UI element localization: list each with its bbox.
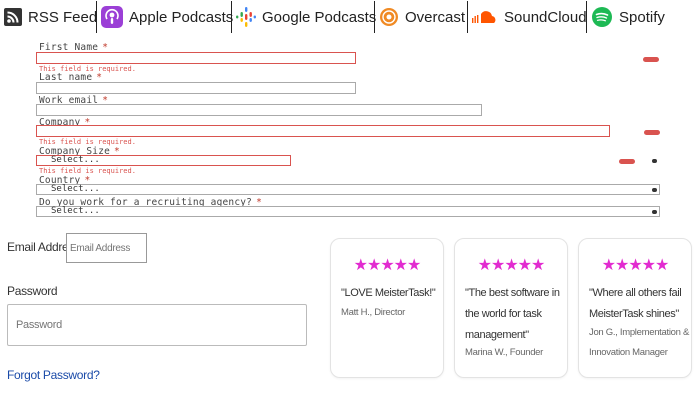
recruiting-agency-select[interactable]: Select... bbox=[36, 206, 660, 217]
testimonial-quote: "LOVE MeisterTask!" bbox=[341, 287, 436, 299]
error-indicator-icon bbox=[643, 57, 659, 62]
login-form: Email Address Password Forgot Password? bbox=[0, 228, 320, 400]
chevron-down-icon bbox=[652, 188, 657, 192]
rss-feed-link[interactable]: RSS Feed bbox=[0, 0, 98, 34]
overcast-icon bbox=[379, 6, 399, 28]
apple-podcasts-link[interactable]: Apple Podcasts bbox=[97, 0, 234, 34]
testimonial-author: Matt H., Director bbox=[341, 307, 406, 318]
password-input[interactable] bbox=[7, 304, 307, 346]
testimonial-quote: "The best software in the world for task… bbox=[465, 287, 560, 341]
chevron-down-icon bbox=[652, 159, 657, 163]
email-address-input[interactable] bbox=[66, 233, 147, 263]
overcast-link[interactable]: Overcast bbox=[375, 0, 467, 34]
chevron-down-icon bbox=[652, 210, 657, 214]
spotify-icon bbox=[591, 6, 613, 28]
soundcloud-label: SoundCloud bbox=[504, 8, 587, 26]
podcast-links-bar: RSS Feed Apple Podcasts Google Podcasts … bbox=[0, 0, 700, 34]
country-select[interactable]: Select... bbox=[36, 184, 660, 195]
company-error: This field is required. bbox=[39, 138, 136, 146]
testimonial-author: Jon G., Implementation & Innovation Mana… bbox=[589, 327, 689, 358]
error-indicator-icon bbox=[619, 159, 635, 164]
company-field[interactable] bbox=[36, 125, 610, 137]
testimonial-card: ★★★★★ "LOVE MeisterTask!" Matt H., Direc… bbox=[330, 238, 444, 378]
company-size-select[interactable]: Select... bbox=[36, 155, 291, 166]
apple-podcasts-label: Apple Podcasts bbox=[129, 8, 234, 26]
star-rating: ★★★★★ bbox=[477, 257, 546, 274]
soundcloud-link[interactable]: SoundCloud bbox=[468, 0, 587, 34]
testimonial-quote: "Where all others fail MeisterTask shine… bbox=[589, 287, 682, 320]
spotify-label: Spotify bbox=[619, 8, 665, 26]
rss-icon bbox=[4, 6, 22, 28]
soundcloud-icon bbox=[472, 6, 498, 28]
error-indicator-icon bbox=[644, 130, 660, 135]
star-rating: ★★★★★ bbox=[353, 257, 422, 274]
testimonial-author: Marina W., Founder bbox=[465, 347, 544, 358]
work-email-field[interactable] bbox=[36, 104, 482, 116]
spotify-link[interactable]: Spotify bbox=[587, 0, 687, 34]
forgot-password-link[interactable]: Forgot Password? bbox=[7, 368, 100, 382]
overcast-label: Overcast bbox=[405, 8, 466, 26]
star-rating: ★★★★★ bbox=[601, 257, 670, 274]
google-podcasts-link[interactable]: Google Podcasts bbox=[232, 0, 377, 34]
google-podcasts-label: Google Podcasts bbox=[262, 8, 377, 26]
company-size-error: This field is required. bbox=[39, 167, 136, 175]
first-name-field[interactable] bbox=[36, 52, 356, 64]
rss-feed-label: RSS Feed bbox=[28, 8, 98, 26]
apple-podcasts-icon bbox=[101, 6, 123, 28]
last-name-field[interactable] bbox=[36, 82, 356, 94]
testimonial-card: ★★★★★ "The best software in the world fo… bbox=[454, 238, 568, 378]
password-label: Password bbox=[7, 284, 58, 298]
testimonial-card: ★★★★★ "Where all others fail MeisterTask… bbox=[578, 238, 692, 378]
google-podcasts-icon bbox=[236, 6, 256, 28]
